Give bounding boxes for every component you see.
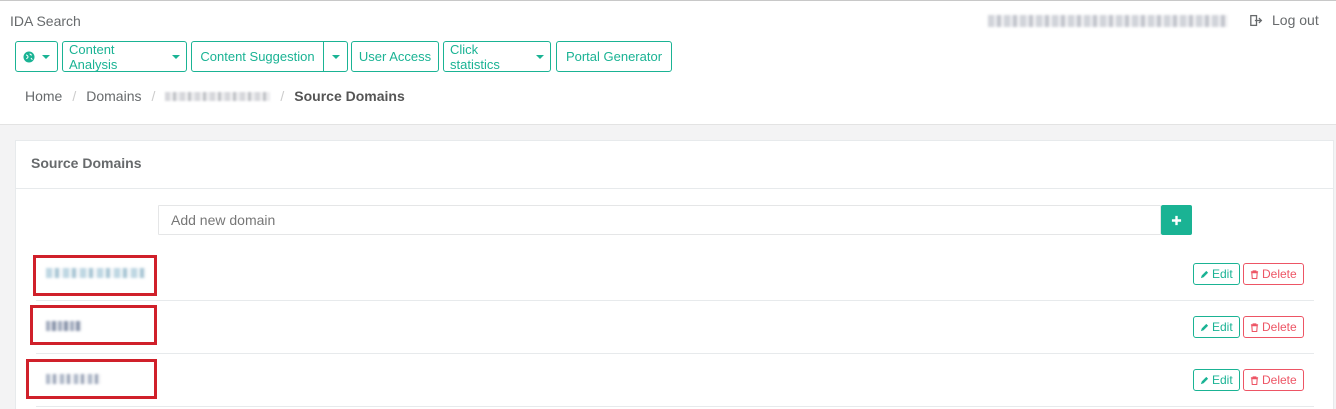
portal-generator-button[interactable]: Portal Generator: [556, 41, 672, 72]
breadcrumb-separator: /: [151, 88, 156, 104]
domain-row: Edit Delete: [36, 354, 1314, 407]
add-domain-input[interactable]: [158, 205, 1161, 235]
panel-title: Source Domains: [16, 141, 1333, 189]
delete-button[interactable]: Delete: [1243, 263, 1304, 285]
click-statistics-dropdown[interactable]: Click statistics: [443, 41, 551, 72]
chevron-down-icon: [42, 54, 50, 59]
breadcrumb-separator: /: [280, 88, 285, 104]
logout-label: Log out: [1272, 12, 1319, 28]
content-suggestion-button[interactable]: Content Suggestion: [191, 41, 324, 72]
domain-row: Edit Delete: [36, 301, 1314, 354]
row-actions: Edit Delete: [1193, 263, 1304, 285]
row-actions: Edit Delete: [1193, 316, 1304, 338]
content-suggestion-dropdown-toggle[interactable]: [323, 41, 348, 72]
trash-icon: [1250, 322, 1259, 332]
globe-icon: [23, 51, 35, 62]
logout-link[interactable]: Log out: [1250, 12, 1319, 28]
breadcrumb: Home / Domains / / Source Domains: [25, 88, 405, 104]
logout-icon: [1250, 14, 1263, 26]
edit-label: Edit: [1212, 320, 1233, 334]
breadcrumb-home[interactable]: Home: [25, 88, 62, 104]
breadcrumb-current: Source Domains: [294, 88, 405, 104]
content-analysis-dropdown[interactable]: Content Analysis: [62, 41, 187, 72]
app-title: IDA Search: [10, 13, 81, 29]
content-analysis-label: Content Analysis: [69, 41, 118, 72]
breadcrumb-domain-redacted[interactable]: [165, 91, 271, 101]
language-dropdown-button[interactable]: [15, 41, 58, 72]
user-access-label: User Access: [358, 49, 432, 64]
breadcrumb-separator: /: [72, 88, 77, 104]
edit-label: Edit: [1212, 373, 1233, 387]
delete-button[interactable]: Delete: [1243, 316, 1304, 338]
row-actions: Edit Delete: [1193, 369, 1304, 391]
user-access-button[interactable]: User Access: [351, 41, 439, 72]
highlight-box: [30, 305, 157, 345]
trash-icon: [1250, 375, 1259, 385]
content-suggestion-label: Content Suggestion: [200, 49, 315, 64]
top-bar: IDA Search Log out Content Analysis Cont…: [0, 0, 1336, 125]
trash-icon: [1250, 269, 1259, 279]
click-statistics-label: Click statistics: [450, 41, 500, 72]
pencil-icon: [1200, 376, 1209, 384]
pencil-icon: [1200, 323, 1209, 331]
delete-label: Delete: [1262, 320, 1297, 334]
edit-button[interactable]: Edit: [1193, 316, 1240, 338]
highlight-box: [26, 359, 157, 399]
add-domain-button[interactable]: [1161, 205, 1192, 235]
delete-label: Delete: [1262, 267, 1297, 281]
plus-icon: [1171, 215, 1182, 225]
user-name-redacted: [988, 15, 1228, 27]
domain-row: Edit Delete: [36, 248, 1314, 301]
delete-label: Delete: [1262, 373, 1297, 387]
portal-generator-label: Portal Generator: [565, 49, 663, 64]
chevron-down-icon: [331, 54, 340, 59]
breadcrumb-domains[interactable]: Domains: [86, 88, 141, 104]
delete-button[interactable]: Delete: [1243, 369, 1304, 391]
highlight-box: [33, 255, 157, 296]
source-domains-panel: Source Domains Edit Delete Edit: [15, 140, 1334, 409]
pencil-icon: [1200, 270, 1209, 278]
chevron-down-icon: [536, 54, 544, 59]
chevron-down-icon: [172, 54, 180, 59]
edit-button[interactable]: Edit: [1193, 263, 1240, 285]
edit-button[interactable]: Edit: [1193, 369, 1240, 391]
edit-label: Edit: [1212, 267, 1233, 281]
